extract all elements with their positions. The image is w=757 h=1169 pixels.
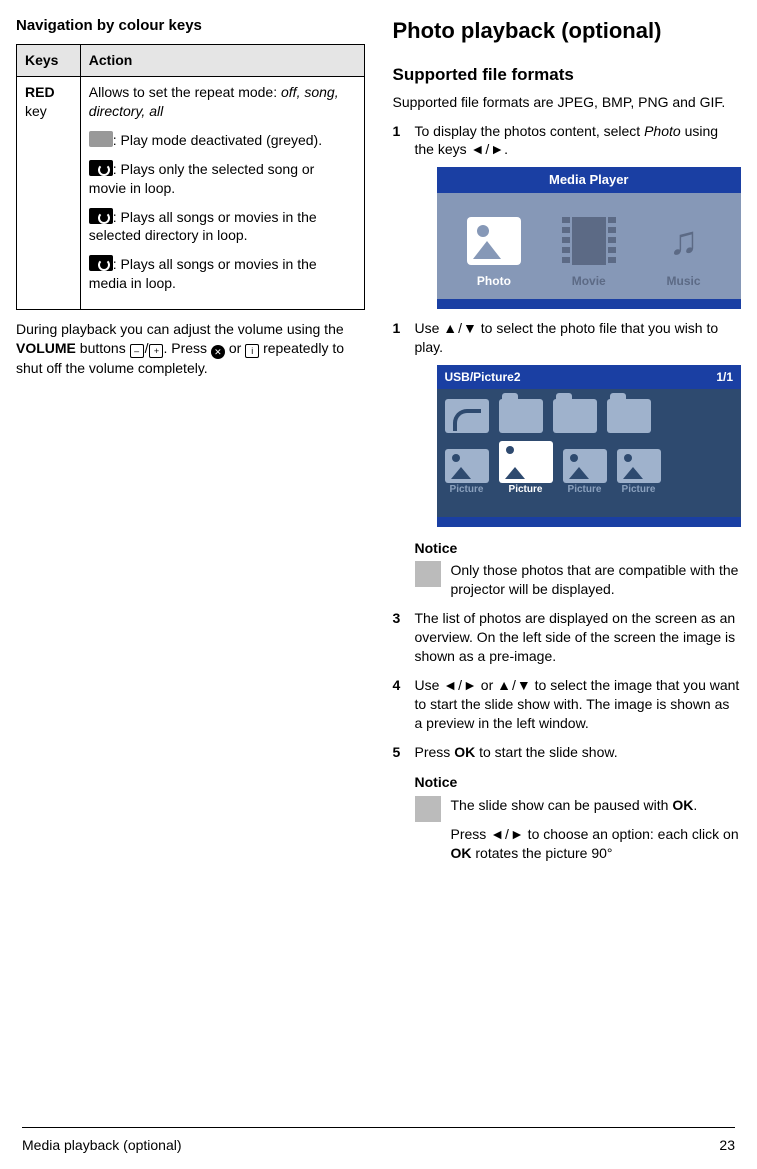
th-keys: Keys	[17, 45, 81, 77]
photo-playback-heading: Photo playback (optional)	[393, 16, 742, 46]
picture-icon	[617, 449, 661, 483]
vol-up-icon: +	[149, 344, 163, 358]
usb-folder-1	[499, 399, 543, 433]
notice-2: The slide show can be paused with OK. Pr…	[415, 796, 742, 873]
mp-title: Media Player	[437, 167, 742, 193]
folder-icon	[607, 399, 651, 433]
footer-page: 23	[719, 1136, 735, 1155]
usb-pic-4: Picture	[617, 449, 661, 497]
notice-icon	[415, 796, 441, 822]
folder-icon	[499, 399, 543, 433]
repeat-off-icon	[89, 131, 113, 147]
red-key-cell: RED key	[17, 77, 81, 310]
steps-list: To display the photos content, select Ph…	[393, 122, 742, 873]
notice-label: Notice	[415, 539, 742, 558]
usb-pic-3: Picture	[563, 449, 607, 497]
vol-down-icon: –	[130, 344, 144, 358]
usb-browser-screenshot: USB/Picture2 1/1 Picture Picture	[437, 365, 742, 527]
photo-icon	[467, 217, 521, 265]
back-icon	[445, 399, 489, 433]
info-icon: i	[245, 344, 259, 358]
usb-folder-2	[553, 399, 597, 433]
mp-music-item: Music	[657, 217, 711, 289]
movie-icon	[562, 217, 616, 265]
step-1b: Use ▲/▼ to select the photo file that yo…	[393, 319, 742, 599]
step-4: Press OK to start the slide show. Notice…	[393, 743, 742, 873]
usb-path: USB/Picture2	[445, 369, 521, 385]
nav-colour-heading: Navigation by colour keys	[16, 16, 365, 36]
usb-count: 1/1	[716, 369, 733, 385]
music-icon	[657, 217, 711, 265]
page-footer: Media playback (optional) 23	[22, 1127, 735, 1155]
picture-icon	[499, 441, 553, 483]
step-2: The list of photos are displayed on the …	[393, 609, 742, 666]
usb-back	[445, 399, 489, 433]
repeat-dir-icon	[89, 208, 113, 224]
picture-icon	[445, 449, 489, 483]
step-3: Use ◄/► or ▲/▼ to select the image that …	[393, 676, 742, 733]
volume-paragraph: During playback you can adjust the volum…	[16, 320, 365, 378]
mp-movie-item: Movie	[562, 217, 616, 289]
th-action: Action	[80, 45, 364, 77]
footer-section: Media playback (optional)	[22, 1136, 182, 1155]
colour-keys-table: Keys Action RED key Allows to set the re…	[16, 44, 365, 310]
picture-icon	[563, 449, 607, 483]
mp-photo-item: Photo	[467, 217, 521, 289]
mute-icon: ✕	[211, 345, 225, 359]
supported-formats-heading: Supported file formats	[393, 64, 742, 87]
supported-formats-text: Supported file formats are JPEG, BMP, PN…	[393, 93, 742, 112]
step-1: To display the photos content, select Ph…	[393, 122, 742, 310]
notice-label-2: Notice	[415, 773, 742, 792]
notice-1: Only those photos that are compatible wi…	[415, 561, 742, 599]
red-key-action: Allows to set the repeat mode: off, song…	[80, 77, 364, 310]
usb-pic-selected: Picture	[499, 441, 553, 497]
usb-pic-1: Picture	[445, 449, 489, 497]
media-player-screenshot: Media Player Photo Movie Music	[437, 167, 742, 309]
repeat-one-icon	[89, 160, 113, 176]
repeat-all-icon	[89, 255, 113, 271]
folder-icon	[553, 399, 597, 433]
usb-folder-3	[607, 399, 651, 433]
notice-icon	[415, 561, 441, 587]
